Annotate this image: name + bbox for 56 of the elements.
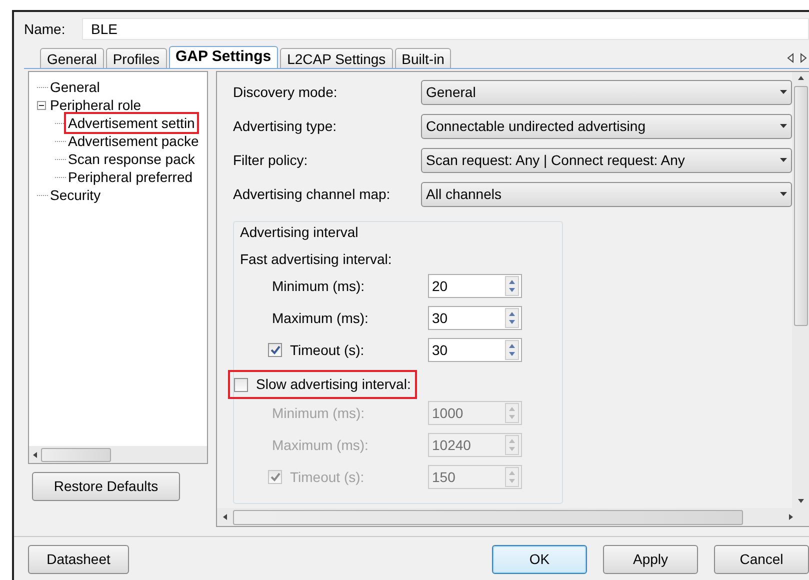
field-label: Timeout (s):: [290, 468, 364, 487]
tab[interactable]: Profiles: [106, 48, 166, 68]
spin-arrows-icon[interactable]: [505, 340, 519, 360]
tab-scroll-right-icon[interactable]: [799, 53, 807, 63]
tab[interactable]: General: [40, 48, 104, 68]
tree-item[interactable]: Peripheral role: [48, 96, 144, 114]
horizontal-scrollbar[interactable]: [217, 508, 809, 526]
field-label: Maximum (ms):: [272, 436, 368, 455]
checkbox[interactable]: [268, 343, 282, 357]
name-label: Name:: [24, 20, 66, 38]
spin-field[interactable]: 30: [428, 338, 522, 362]
spin-field[interactable]: 20: [428, 274, 522, 298]
setting-label: Advertising type:: [233, 117, 338, 136]
dropdown-arrow-icon: [780, 124, 787, 129]
tab[interactable]: L2CAP Settings: [280, 48, 393, 68]
tab-scroll-left-icon[interactable]: [787, 53, 795, 63]
checkbox-label[interactable]: Slow advertising interval:: [256, 374, 411, 395]
setting-label: Filter policy:: [233, 151, 309, 170]
vertical-scrollbar[interactable]: [792, 72, 809, 508]
tree-item[interactable]: Security: [48, 186, 103, 204]
tree-item[interactable]: Scan response pack: [66, 150, 197, 168]
field-label: Maximum (ms):: [272, 308, 368, 328]
dropdown[interactable]: Connectable undirected advertising: [421, 114, 792, 139]
spin-field: 1000: [428, 401, 522, 425]
collapse-icon[interactable]: [37, 100, 46, 110]
tab[interactable]: Built-in: [394, 48, 452, 68]
dialog-button[interactable]: Datasheet: [28, 545, 129, 574]
spin-arrows-icon[interactable]: [505, 308, 519, 328]
tree-item[interactable]: General: [48, 78, 102, 96]
spin-field: 10240: [428, 433, 522, 457]
tree-item[interactable]: Advertisement settin: [66, 114, 197, 132]
dialog-button[interactable]: OK: [492, 545, 587, 574]
spin-field: 150: [428, 465, 522, 489]
name-field[interactable]: BLE: [82, 18, 809, 40]
dropdown-arrow-icon: [780, 192, 787, 197]
horizontal-scrollbar[interactable]: [29, 446, 207, 463]
dropdown[interactable]: All channels: [421, 182, 792, 207]
spin-field[interactable]: 30: [428, 306, 522, 330]
checkbox[interactable]: [234, 378, 248, 392]
dropdown[interactable]: General: [421, 80, 792, 105]
setting-label: Discovery mode:: [233, 83, 338, 102]
tab[interactable]: GAP Settings: [168, 46, 278, 68]
dialog-button[interactable]: Cancel: [714, 545, 809, 574]
spin-arrows-icon[interactable]: [505, 276, 519, 296]
dropdown-arrow-icon: [780, 90, 787, 95]
field-label: Timeout (s):: [290, 340, 364, 360]
tree-item[interactable]: Advertisement packe: [66, 132, 201, 150]
field-label: Minimum (ms):: [272, 276, 365, 296]
section-label: Fast advertising interval:: [240, 250, 392, 269]
dropdown-arrow-icon: [780, 158, 787, 163]
restore-defaults-button[interactable]: Restore Defaults: [32, 472, 180, 501]
tree-item[interactable]: Peripheral preferred: [66, 168, 195, 186]
dropdown[interactable]: Scan request: Any | Connect request: Any: [421, 148, 792, 173]
field-label: Minimum (ms):: [272, 404, 365, 423]
dialog-button[interactable]: Apply: [603, 545, 698, 574]
setting-label: Advertising channel map:: [233, 185, 392, 204]
